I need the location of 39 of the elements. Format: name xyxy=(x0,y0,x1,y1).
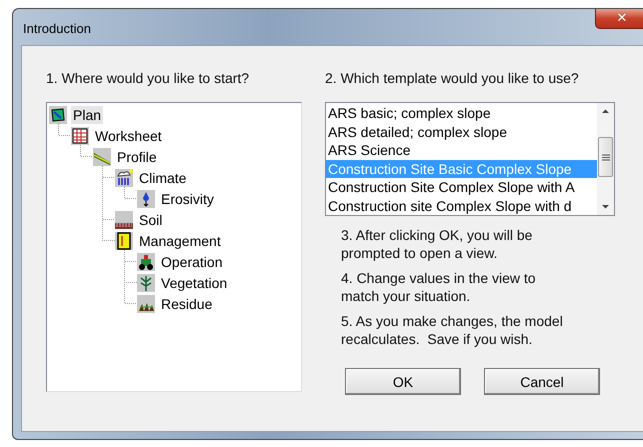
tree-item[interactable]: Residue xyxy=(159,294,214,312)
tree-line xyxy=(58,124,71,136)
residue-icon xyxy=(137,294,155,312)
tree-item[interactable]: Management xyxy=(137,232,223,250)
erosivity-icon xyxy=(137,190,155,208)
question-label: 2. Which template would you like to use? xyxy=(325,70,580,86)
profile-icon xyxy=(93,148,111,166)
operation-icon xyxy=(137,252,155,270)
instruction-text: 3. After clicking OK, you will be prompted to open a view. xyxy=(341,226,534,262)
tree-item[interactable]: Profile xyxy=(115,148,159,166)
list-item[interactable]: ARS detailed; complex slope xyxy=(326,122,597,141)
ok-button[interactable]: OK xyxy=(345,368,461,395)
scrollbar[interactable] xyxy=(597,103,614,215)
worksheet-icon xyxy=(71,126,89,144)
tree-line xyxy=(80,145,93,157)
tree-item[interactable]: Plan xyxy=(71,106,104,124)
instruction-text: 4. Change values in the view to match your situation. xyxy=(341,269,537,305)
tree-item[interactable]: Operation xyxy=(159,252,224,270)
list-item[interactable]: ARS Science xyxy=(326,141,597,160)
instruction-text: 5. As you make changes, the model recalculates. Save if you wish. xyxy=(341,312,564,348)
climate-icon xyxy=(115,168,133,186)
list-item[interactable]: Construction Site Complex Slope with A xyxy=(326,178,597,196)
tree-line xyxy=(124,187,137,199)
plan-icon xyxy=(49,106,67,124)
soil-icon xyxy=(115,210,133,228)
scroll-thumb[interactable] xyxy=(598,137,613,177)
tree-item[interactable]: Vegetation xyxy=(159,274,230,292)
cancel-button[interactable]: Cancel xyxy=(484,368,600,395)
tree-item[interactable]: Worksheet xyxy=(93,126,164,144)
list-item[interactable]: Construction site Complex Slope with d xyxy=(326,196,597,215)
question-label: 1. Where would you like to start? xyxy=(46,70,250,86)
list-item[interactable]: ARS basic; complex slope xyxy=(326,104,597,122)
tree-item[interactable]: Soil xyxy=(137,210,164,228)
tree-item[interactable]: Erosivity xyxy=(159,190,216,208)
management-icon xyxy=(115,232,133,250)
window-title: Introduction xyxy=(23,21,91,36)
close-button[interactable]: ✕ xyxy=(595,9,643,29)
tree-item[interactable]: Climate xyxy=(137,168,188,186)
vegetation-icon xyxy=(137,274,155,292)
